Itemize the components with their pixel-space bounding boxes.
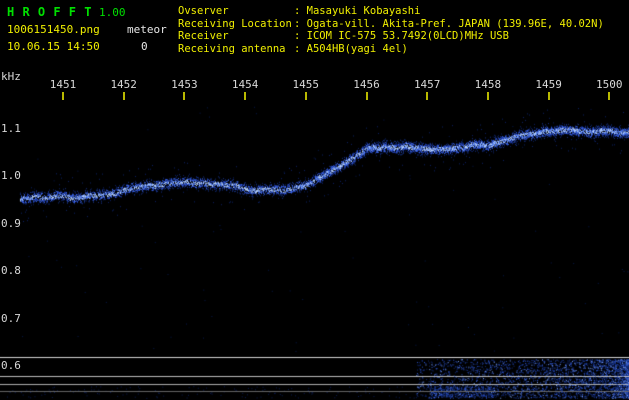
- spectrogram-canvas: [0, 0, 629, 400]
- freq-label-1.1: 1.1: [1, 122, 21, 135]
- hrofft-window: H R O F F T 1.00 1006151450.png meteor 1…: [0, 0, 629, 400]
- info-label: Receiving antenna: [178, 43, 294, 56]
- freq-label-0.8: 0.8: [1, 264, 21, 277]
- time-label-1459: 1459: [534, 78, 564, 91]
- time-tick: [244, 92, 246, 100]
- time-tick: [426, 92, 428, 100]
- info-label: Ovserver: [178, 5, 294, 18]
- time-tick: [305, 92, 307, 100]
- info-colon: :: [294, 5, 307, 18]
- datetime-label: 10.06.15 14:50: [7, 40, 100, 53]
- freq-label-0.6: 0.6: [1, 359, 21, 372]
- freq-label-0.9: 0.9: [1, 217, 21, 230]
- time-label-1457: 1457: [412, 78, 442, 91]
- x-axis-labels: 1451 1452 1453 1454 1455 1456 1457 1458 1459 1500: [0, 78, 629, 90]
- y-axis-unit: kHz: [1, 70, 21, 83]
- info-value: ICOM IC-575 53.7492(0LCD)MHz USB: [307, 30, 509, 43]
- freq-label-0.7: 0.7: [1, 312, 21, 325]
- time-tick: [608, 92, 610, 100]
- info-value: Ogata-vill. Akita-Pref. JAPAN (139.96E, …: [307, 18, 604, 31]
- info-label: Receiver: [178, 30, 294, 43]
- time-label-1451: 1451: [48, 78, 78, 91]
- time-label-1500: 1500: [594, 78, 624, 91]
- time-label-1455: 1455: [291, 78, 321, 91]
- freq-label-1.0: 1.0: [1, 169, 21, 182]
- time-label-1458: 1458: [473, 78, 503, 91]
- app-title: H R O F F T: [7, 5, 92, 19]
- time-tick: [548, 92, 550, 100]
- output-filename: 1006151450.png: [7, 23, 100, 36]
- info-colon: :: [294, 43, 307, 56]
- info-label: Receiving Location: [178, 18, 294, 31]
- time-label-1456: 1456: [352, 78, 382, 91]
- station-info-row-3: Receiving antenna: A504HB(yagi 4el): [178, 43, 604, 56]
- time-tick: [366, 92, 368, 100]
- time-label-1453: 1453: [169, 78, 199, 91]
- time-label-1452: 1452: [109, 78, 139, 91]
- time-label-1454: 1454: [230, 78, 260, 91]
- station-info-row-2: Receiver: ICOM IC-575 53.7492(0LCD)MHz U…: [178, 30, 604, 43]
- time-tick: [183, 92, 185, 100]
- station-info-row-1: Receiving Location: Ogata-vill. Akita-Pr…: [178, 18, 604, 31]
- info-value: Masayuki Kobayashi: [307, 5, 421, 18]
- time-tick: [487, 92, 489, 100]
- info-colon: :: [294, 18, 307, 31]
- meteor-count: 0: [141, 40, 148, 53]
- station-info: Ovserver: Masayuki KobayashiReceiving Lo…: [178, 5, 604, 55]
- mode-label: meteor: [127, 23, 167, 36]
- station-info-row-0: Ovserver: Masayuki Kobayashi: [178, 5, 604, 18]
- app-version: 1.00: [99, 6, 126, 19]
- x-axis-ticks: [0, 92, 629, 100]
- info-value: A504HB(yagi 4el): [307, 43, 408, 56]
- time-tick: [62, 92, 64, 100]
- info-colon: :: [294, 30, 307, 43]
- time-tick: [123, 92, 125, 100]
